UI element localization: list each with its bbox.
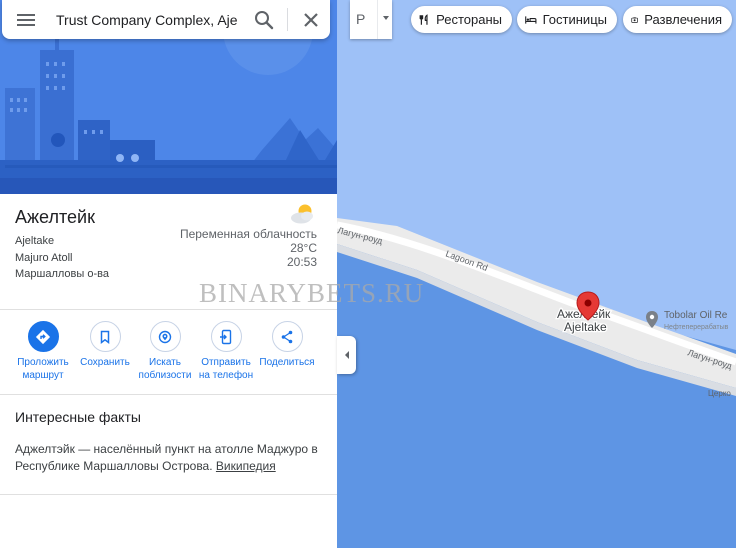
fork-knife-icon	[419, 13, 428, 25]
collapse-panel-button[interactable]	[337, 336, 356, 374]
magnifier-icon[interactable]	[251, 7, 277, 33]
nearby-icon	[149, 321, 181, 352]
share-button[interactable]: Поделиться	[257, 321, 317, 369]
save-button[interactable]: Сохранить	[75, 321, 135, 369]
layers-dropdown-button[interactable]: Р	[350, 0, 392, 39]
chevron-left-icon	[344, 351, 349, 359]
close-x-icon[interactable]	[298, 7, 324, 33]
directions-icon	[27, 321, 59, 352]
place-title: Ажелтейк	[15, 207, 95, 227]
facts-text: Аджелтэйк — населённый пункт на атолле М…	[15, 441, 321, 475]
chip-hotels-label: Гостиницы	[542, 12, 607, 27]
search-divider	[287, 8, 288, 31]
search-box	[2, 0, 330, 39]
chip-hotels[interactable]: Гостиницы	[517, 6, 617, 33]
place-label-en: Ajeltake	[564, 320, 607, 334]
section-divider	[0, 494, 337, 495]
place-panel: Ажелтейк Ajeltake Majuro Atoll Маршаллов…	[0, 0, 337, 548]
camera-ticket-icon	[631, 16, 638, 23]
bookmark-icon	[89, 321, 121, 352]
directions-label: Проложить маршрут	[17, 357, 69, 381]
hamburger-menu-icon[interactable]	[14, 9, 38, 31]
directions-button[interactable]: Проложить маршрут	[13, 321, 73, 382]
nearby-label: Искать поблизости	[138, 357, 192, 381]
partly-cloudy-icon	[288, 201, 318, 227]
chip-restaurants-label: Рестораны	[436, 12, 502, 27]
layers-label: Р	[356, 11, 366, 27]
section-divider	[0, 309, 337, 310]
church-label: Церко	[708, 389, 731, 398]
poi-name: Tobolar Oil Re	[664, 310, 728, 321]
place-atoll: Majuro Atoll	[15, 252, 73, 264]
weather-time: 20:53	[286, 255, 317, 269]
chip-restaurants[interactable]: Рестораны	[411, 6, 512, 33]
weather-temperature: 28°C	[290, 241, 317, 255]
map-canvas[interactable]: Лагун-роуд Lagoon Rd Лагун-роуд Ажелтейк…	[337, 0, 736, 548]
poi-subtitle: Нефтеперерабатыв	[664, 323, 729, 331]
wikipedia-link[interactable]: Википедия	[216, 459, 276, 473]
send-to-phone-button[interactable]: Отправить на телефон	[196, 321, 256, 382]
dropdown-arrow-icon	[383, 16, 389, 20]
chip-entertainment[interactable]: Развлечения	[623, 6, 732, 33]
send-to-phone-icon	[210, 321, 242, 352]
place-latin-name: Ajeltake	[15, 235, 55, 247]
facts-title: Интересные факты	[15, 409, 141, 425]
bed-icon	[525, 15, 537, 24]
send-to-phone-label: Отправить на телефон	[198, 357, 254, 381]
share-label: Поделиться	[259, 357, 315, 368]
share-icon	[271, 321, 303, 352]
chip-entertainment-label: Развлечения	[644, 12, 722, 27]
section-divider	[0, 394, 337, 395]
layers-separator	[377, 0, 378, 39]
weather-condition: Переменная облачность	[179, 227, 317, 241]
watermark: BINARYBETS.RU	[199, 278, 425, 308]
search-input[interactable]	[56, 9, 237, 30]
place-country: Маршалловы о-ва	[15, 268, 109, 280]
nearby-button[interactable]: Искать поблизости	[135, 321, 195, 382]
save-label: Сохранить	[80, 357, 130, 368]
